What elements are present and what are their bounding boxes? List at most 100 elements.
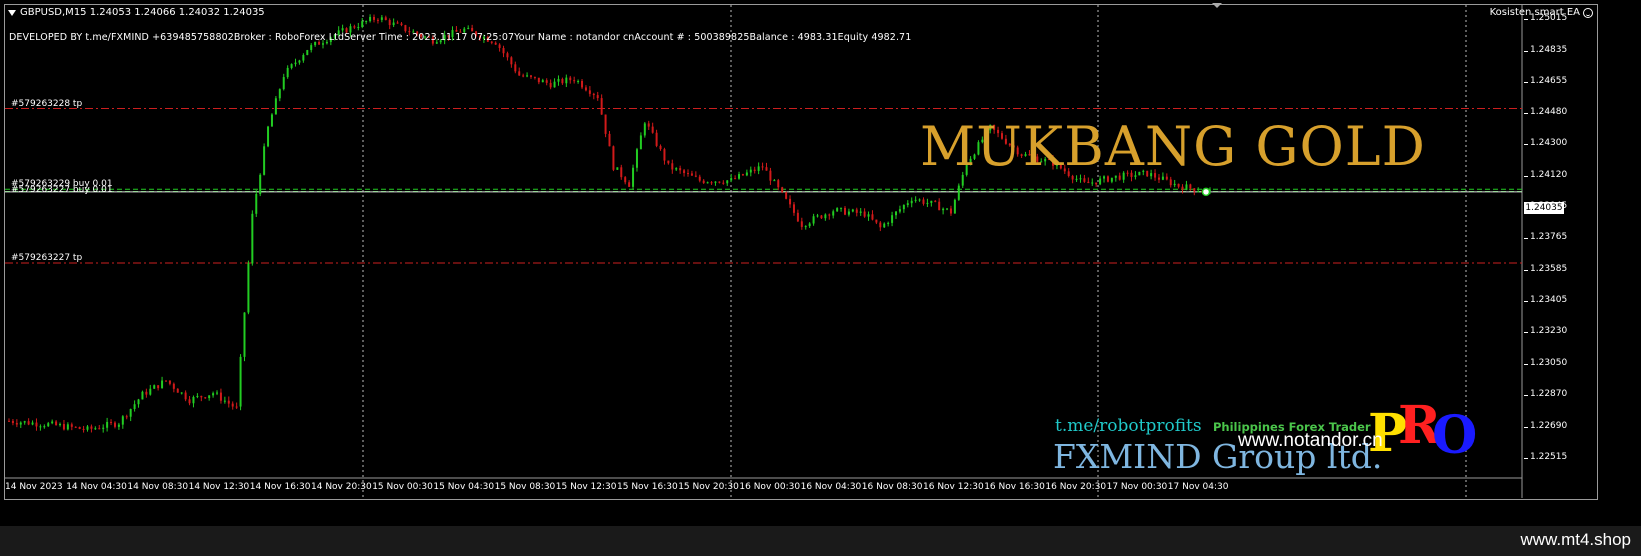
candle-body bbox=[663, 149, 666, 161]
candle-body bbox=[404, 25, 407, 32]
candle-body bbox=[141, 391, 144, 400]
candle-body bbox=[400, 23, 403, 26]
chart-window[interactable]: GBPUSD,M15 1.24053 1.24066 1.24032 1.240… bbox=[0, 0, 1641, 526]
price-tick-label: 1.24120 bbox=[1523, 169, 1568, 180]
dropdown-triangle-icon[interactable] bbox=[8, 9, 16, 16]
candle-body bbox=[1083, 178, 1086, 182]
candle-body bbox=[219, 392, 222, 401]
candle-body bbox=[573, 80, 576, 82]
candle-body bbox=[914, 199, 917, 201]
candle-body bbox=[522, 75, 525, 77]
candle-body bbox=[341, 28, 344, 31]
candle-body bbox=[620, 167, 623, 178]
chart-shift-marker-icon[interactable] bbox=[1212, 3, 1222, 8]
candle-body bbox=[149, 388, 152, 395]
candle-body bbox=[117, 424, 120, 427]
candle-body bbox=[110, 421, 113, 423]
candle-body bbox=[781, 187, 784, 193]
candle-body bbox=[545, 80, 548, 83]
price-tick-label: 1.23050 bbox=[1523, 357, 1568, 368]
symbol-header: GBPUSD,M15 1.24053 1.24066 1.24032 1.240… bbox=[8, 7, 265, 18]
candle-body bbox=[188, 399, 191, 404]
candle-body bbox=[710, 182, 713, 184]
candle-body bbox=[27, 421, 30, 425]
candle-body bbox=[816, 215, 819, 217]
candle-body bbox=[70, 424, 73, 427]
candle-body bbox=[918, 199, 921, 201]
symbol-ohlc-text: GBPUSD,M15 1.24053 1.24066 1.24032 1.240… bbox=[20, 7, 265, 18]
candle-body bbox=[267, 126, 270, 147]
candle-body bbox=[59, 424, 62, 426]
candle-body bbox=[796, 212, 799, 222]
candle-body bbox=[730, 178, 733, 181]
footer-bar: www.mt4.shop bbox=[0, 526, 1641, 556]
candle-body bbox=[62, 424, 65, 430]
current-price-marker: 1.24035 bbox=[1524, 202, 1564, 214]
candle-body bbox=[549, 82, 552, 88]
candle-body bbox=[930, 200, 933, 203]
candle-body bbox=[231, 403, 234, 407]
candle-body bbox=[35, 422, 38, 427]
candle-body bbox=[502, 48, 505, 54]
candle-body bbox=[223, 400, 226, 402]
candle-body bbox=[898, 209, 901, 212]
candle-body bbox=[628, 182, 631, 187]
candle-body bbox=[698, 176, 701, 181]
candle-body bbox=[647, 123, 650, 127]
candle-body bbox=[836, 208, 839, 212]
candle-body bbox=[196, 395, 199, 397]
candle-body bbox=[184, 392, 187, 400]
time-tick-label: 15 Nov 12:30 bbox=[555, 482, 617, 492]
candle-body bbox=[757, 166, 760, 171]
candle-body bbox=[596, 95, 599, 99]
candle-body bbox=[235, 406, 238, 408]
price-tick-label: 1.24300 bbox=[1523, 138, 1568, 149]
candle-body bbox=[843, 207, 846, 215]
candle-body bbox=[800, 221, 803, 227]
candle-body bbox=[306, 50, 309, 56]
candle-body bbox=[164, 380, 167, 382]
candle-body bbox=[832, 211, 835, 216]
candle-body bbox=[168, 380, 171, 384]
candle-body bbox=[702, 180, 705, 183]
candle-body bbox=[855, 209, 858, 213]
candle-body bbox=[514, 64, 517, 72]
order-line-label: #579263227 tp bbox=[11, 252, 83, 263]
candle-body bbox=[561, 78, 564, 84]
candle-body bbox=[734, 178, 737, 180]
candle-body bbox=[55, 421, 58, 426]
candle-body bbox=[714, 181, 717, 183]
candle-body bbox=[376, 19, 379, 21]
time-tick-label: 15 Nov 20:30 bbox=[678, 482, 739, 492]
candle-body bbox=[353, 26, 356, 28]
candle-body bbox=[588, 90, 591, 94]
candle-body bbox=[310, 45, 313, 51]
candle-body bbox=[494, 42, 497, 45]
candle-body bbox=[533, 76, 536, 78]
candle-body bbox=[15, 423, 18, 425]
candle-body bbox=[357, 26, 360, 28]
candle-body bbox=[361, 21, 364, 27]
candle-body bbox=[537, 77, 540, 83]
candles bbox=[8, 14, 1211, 433]
candle-body bbox=[906, 203, 909, 206]
candle-body bbox=[1099, 178, 1102, 185]
candle-body bbox=[263, 146, 266, 175]
candle-body bbox=[541, 80, 544, 83]
order-line-label: #579263227 buy 0.01 bbox=[11, 184, 113, 195]
candle-body bbox=[106, 421, 109, 428]
candle-body bbox=[506, 53, 509, 58]
candle-body bbox=[777, 180, 780, 188]
candle-body bbox=[910, 200, 913, 204]
candle-body bbox=[851, 209, 854, 212]
time-tick-label: 16 Nov 16:30 bbox=[984, 482, 1045, 492]
candle-body bbox=[655, 132, 658, 146]
candle-body bbox=[98, 428, 101, 430]
price-tick-label: 1.24835 bbox=[1523, 44, 1568, 55]
price-tick-label: 1.25015 bbox=[1523, 12, 1568, 23]
time-tick-label: 17 Nov 00:30 bbox=[1106, 482, 1168, 492]
candle-body bbox=[875, 219, 878, 223]
candle-body bbox=[557, 78, 560, 82]
candle-body bbox=[694, 175, 697, 177]
price-tick-label: 1.24655 bbox=[1523, 76, 1568, 87]
